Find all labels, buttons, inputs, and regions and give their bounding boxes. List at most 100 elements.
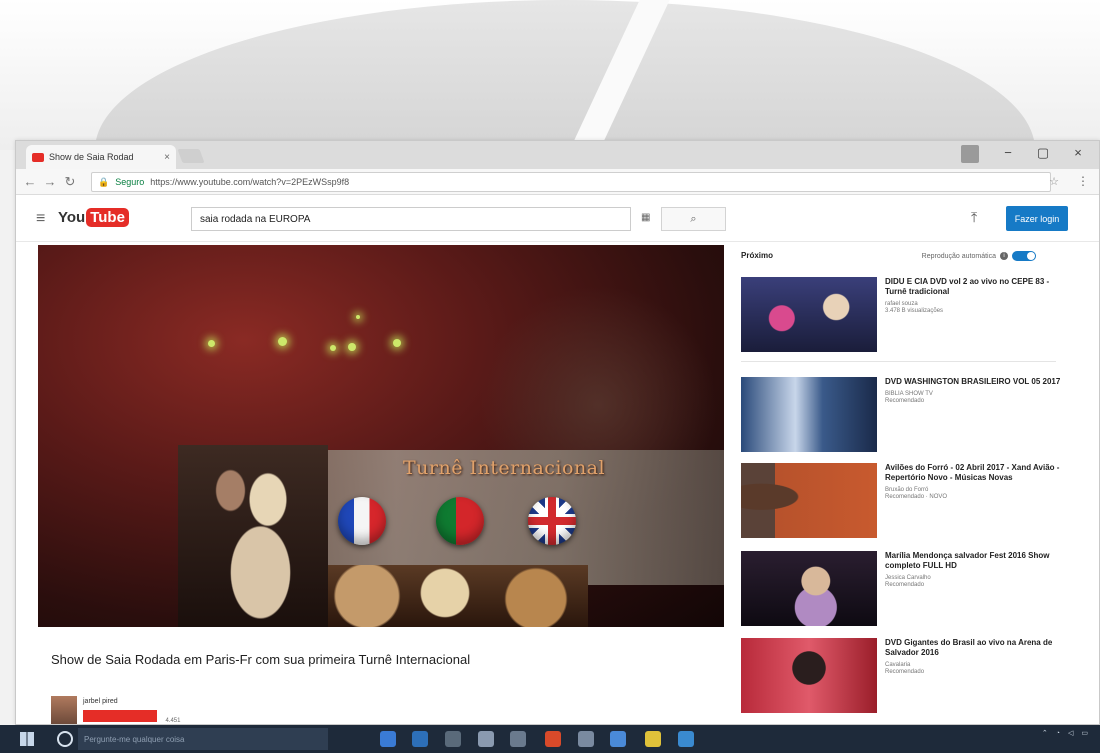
recommended-video[interactable]: Marília Mendonça salvador Fest 2016 Show… <box>741 551 1061 626</box>
ie-icon[interactable] <box>412 731 428 747</box>
video-channel: Cavalaria <box>885 662 911 668</box>
france-flag-icon <box>338 497 386 545</box>
browser-menu-icon[interactable]: ⋮ <box>1077 174 1089 188</box>
browser-window: Show de Saia Rodad × − ▢ × ← → ↻ 🔒 Segur… <box>15 140 1100 725</box>
recommended-video[interactable]: DIDU E CIA DVD vol 2 ao vivo no CEPE 83 … <box>741 277 1061 352</box>
network-icon[interactable]: ◔ <box>1056 730 1060 737</box>
login-button[interactable]: Fazer login <box>1006 206 1068 231</box>
video-thumbnail[interactable] <box>741 463 877 538</box>
video-thumbnail[interactable] <box>741 551 877 626</box>
windows-taskbar: Pergunte-me qualquer coisa ⌃ ◔ ◁ ▭ <box>0 725 1100 753</box>
upload-icon[interactable]: ⤒ <box>971 209 977 226</box>
media-player-icon[interactable] <box>545 731 561 747</box>
system-tray[interactable]: ⌃ ◔ ◁ ▭ <box>1042 729 1088 738</box>
video-thumbnail[interactable] <box>741 277 877 352</box>
tab-close-icon[interactable]: × <box>164 152 170 163</box>
cortana-icon[interactable] <box>57 731 73 747</box>
video-title-link[interactable]: DVD WASHINGTON BRASILEIRO VOL 05 2017 <box>885 377 1061 387</box>
new-tab-button[interactable] <box>177 149 205 163</box>
subscriber-count: 4.451 <box>165 718 181 724</box>
channel-info: jarbel pired 4.451 <box>83 696 180 727</box>
channel-row: jarbel pired 4.451 <box>51 696 180 727</box>
windows-start-icon[interactable] <box>20 732 34 746</box>
browser-tab[interactable]: Show de Saia Rodad × <box>26 145 176 169</box>
channel-name[interactable]: jarbel pired <box>83 698 180 705</box>
video-channel: Jessica Carvalho <box>885 575 931 581</box>
reload-icon[interactable]: ↻ <box>62 174 78 190</box>
stage-light <box>393 339 401 347</box>
portugal-flag-icon <box>436 497 484 545</box>
maximize-button[interactable]: ▢ <box>1032 145 1054 161</box>
volume-icon[interactable]: ◁ <box>1068 729 1073 737</box>
video-meta: Recomendado <box>885 582 925 588</box>
video-title-link[interactable]: DVD Gigantes do Brasil ao vivo na Arena … <box>885 638 1061 658</box>
video-thumbnail[interactable] <box>741 638 877 713</box>
search-icon: ⌕ <box>690 212 697 225</box>
channel-avatar[interactable] <box>51 696 77 724</box>
autoplay-label: Reprodução automática <box>921 252 996 260</box>
video-overlay-title: Turnê Internacional <box>403 457 606 479</box>
forward-arrow-icon[interactable]: → <box>42 174 58 189</box>
video-title: Show de Saia Rodada em Paris-Fr com sua … <box>51 652 471 667</box>
secure-label: Seguro <box>115 177 145 187</box>
lock-icon: 🔒 <box>98 176 110 187</box>
uk-flag-icon <box>528 497 576 545</box>
video-channel: BIBLIA SHOW TV <box>885 391 933 397</box>
tray-chevron-icon[interactable]: ⌃ <box>1042 729 1048 737</box>
notification-icon[interactable]: ▭ <box>1081 729 1088 737</box>
search-button[interactable]: ⌕ <box>661 207 726 231</box>
url-input[interactable]: 🔒 Seguro https://www.youtube.com/watch?v… <box>91 172 1051 192</box>
video-meta: Recomendado · NOVO <box>885 494 948 500</box>
tab-bar: Show de Saia Rodad × − ▢ × <box>16 141 1099 169</box>
video-title-link[interactable]: Marília Mendonça salvador Fest 2016 Show… <box>885 551 1061 571</box>
dancing-couple-image <box>178 445 328 627</box>
video-player[interactable]: Turnê Internacional <box>38 245 724 627</box>
store-icon[interactable] <box>510 731 526 747</box>
video-meta: Recomendado <box>885 398 925 404</box>
file-explorer-icon[interactable] <box>445 731 461 747</box>
minimize-button[interactable]: − <box>997 145 1019 160</box>
video-title-link[interactable]: DIDU E CIA DVD vol 2 ao vivo no CEPE 83 … <box>885 277 1061 297</box>
bookmark-star-icon[interactable]: ☆ <box>1049 175 1059 188</box>
autoplay-control: Reprodução automática i <box>922 251 1036 261</box>
keyboard-icon[interactable]: ▦ <box>641 212 650 223</box>
stage-light <box>356 315 360 319</box>
divider <box>741 361 1056 362</box>
back-arrow-icon[interactable]: ← <box>22 174 38 189</box>
search-input[interactable]: saia rodada na EUROPA <box>191 207 631 231</box>
subscribe-button[interactable] <box>83 710 157 722</box>
chrome-icon[interactable] <box>645 731 661 747</box>
close-window-button[interactable]: × <box>1067 145 1089 160</box>
logo-tube: Tube <box>86 208 129 227</box>
photos-icon[interactable] <box>610 731 626 747</box>
info-icon[interactable]: i <box>1000 252 1008 260</box>
video-title-link[interactable]: Avilões do Forró - 02 Abril 2017 - Xand … <box>885 463 1061 483</box>
logo-you: You <box>58 209 86 226</box>
recommended-video[interactable]: DVD Gigantes do Brasil ao vivo na Arena … <box>741 638 1061 713</box>
edge-icon[interactable] <box>380 731 396 747</box>
tab-title: Show de Saia Rodad <box>49 152 134 162</box>
mail-icon[interactable] <box>478 731 494 747</box>
profile-icon[interactable] <box>961 145 979 163</box>
taskbar-search-input[interactable]: Pergunte-me qualquer coisa <box>78 728 328 750</box>
video-meta: Recomendado <box>885 669 925 675</box>
autoplay-toggle[interactable] <box>1012 251 1036 261</box>
video-channel: rafael souza <box>885 301 918 307</box>
video-channel: Bruxão do Forró <box>885 487 929 493</box>
youtube-favicon-icon <box>32 152 44 162</box>
up-next-sidebar: Próximo Reprodução automática i DIDU E C… <box>741 251 1066 726</box>
video-thumbnail[interactable] <box>741 377 877 452</box>
url-text: https://www.youtube.com/watch?v=2PEzWSsp… <box>150 177 350 187</box>
stage-light <box>348 343 356 351</box>
crowd-image <box>328 565 588 627</box>
address-bar: ← → ↻ 🔒 Seguro https://www.youtube.com/w… <box>16 169 1099 195</box>
calculator-icon[interactable] <box>578 731 594 747</box>
recommended-video[interactable]: DVD WASHINGTON BRASILEIRO VOL 05 2017 BI… <box>741 377 1061 452</box>
flag-app-icon[interactable] <box>678 731 694 747</box>
youtube-logo[interactable]: You Tube <box>58 208 129 227</box>
stage-light <box>330 345 336 351</box>
recommended-video[interactable]: Avilões do Forró - 02 Abril 2017 - Xand … <box>741 463 1061 538</box>
video-meta: 3.478 B visualizações <box>885 308 944 314</box>
youtube-masthead: ≡ You Tube saia rodada na EUROPA ▦ ⌕ ⤒ F… <box>16 196 1099 242</box>
hamburger-menu-icon[interactable]: ≡ <box>36 210 45 228</box>
